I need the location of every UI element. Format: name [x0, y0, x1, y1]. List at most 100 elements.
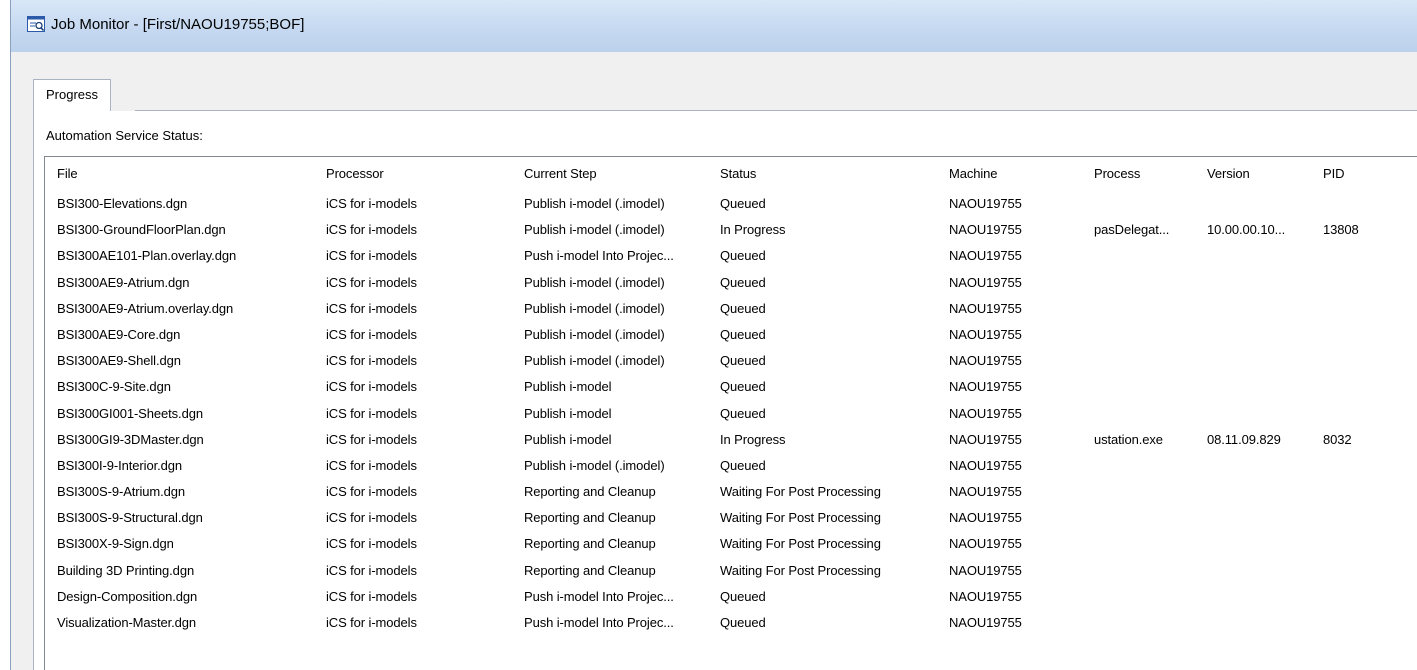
progress-panel: Automation Service Status: File Processo… [33, 111, 1417, 670]
cell-processor: iCS for i-models [326, 431, 417, 447]
cell-status: Waiting For Post Processing [720, 484, 881, 500]
table-row[interactable]: BSI300AE9-Atrium.overlay.dgn iCS for i-mo… [45, 296, 1417, 322]
cell-status: Waiting For Post Processing [720, 562, 881, 578]
cell-processor: iCS for i-models [326, 196, 417, 211]
cell-machine: NAOU19755 [949, 484, 1022, 500]
cell-process: pasDelegat... [1094, 222, 1170, 238]
table-row[interactable]: BSI300AE9-Core.dgn iCS for i-models Publis… [45, 322, 1417, 348]
column-header-status[interactable]: Status [720, 157, 940, 191]
table-row[interactable]: Building 3D Printing.dgn iCS for i-models… [45, 558, 1417, 584]
cell-processor: iCS for i-models [326, 326, 417, 342]
cell-file: BSI300-GroundFloorPlan.dgn [57, 222, 226, 238]
column-header-processor[interactable]: Processor [326, 157, 521, 191]
cell-current-step: Publish i-model (.imodel) [524, 457, 665, 473]
cell-processor: iCS for i-models [326, 274, 417, 290]
cell-current-step: Publish i-model [524, 405, 612, 421]
cell-processor: iCS for i-models [326, 379, 417, 395]
cell-file: BSI300AE101-Plan.overlay.dgn [57, 248, 237, 264]
list-header: File Processor Current Step Status Machi… [45, 157, 1417, 191]
cell-processor: iCS for i-models [326, 248, 417, 264]
cell-processor: iCS for i-models [326, 615, 417, 630]
cell-processor: iCS for i-models [326, 510, 417, 526]
cell-machine: NAOU19755 [949, 615, 1022, 630]
cell-current-step: Publish i-model (.imodel) [524, 274, 665, 290]
cell-current-step: Publish i-model (.imodel) [524, 326, 665, 342]
window-title: Job Monitor - [First/NAOU19755;BOF] [51, 16, 305, 33]
column-header-file[interactable]: File [57, 157, 312, 191]
cell-file: BSI300AE9-Shell.dgn [57, 353, 181, 369]
cell-process: ustation.exe [1094, 431, 1163, 447]
cell-current-step: Publish i-model [524, 379, 612, 395]
column-header-version[interactable]: Version [1207, 157, 1317, 191]
cell-processor: iCS for i-models [326, 588, 417, 604]
tab-progress[interactable]: Progress [33, 79, 112, 111]
tab-strip: Progress [33, 79, 1417, 111]
cell-processor: iCS for i-models [326, 222, 417, 238]
table-row[interactable]: BSI300-Elevations.dgn iCS for i-models Pub… [45, 191, 1417, 217]
cell-file: BSI300AE9-Atrium.dgn [57, 274, 190, 290]
cell-current-step: Publish i-model [524, 431, 612, 447]
cell-current-step: Publish i-model (.imodel) [524, 300, 665, 316]
cell-machine: NAOU19755 [949, 588, 1022, 604]
job-list[interactable]: File Processor Current Step Status Machi… [44, 156, 1417, 670]
cell-current-step: Reporting and Cleanup [524, 484, 656, 500]
table-row[interactable]: Design-Composition.dgn iCS for i-models Pu… [45, 584, 1417, 610]
cell-machine: NAOU19755 [949, 431, 1022, 447]
cell-machine: NAOU19755 [949, 326, 1022, 342]
table-row[interactable]: Visualization-Master.dgn iCS for i-models… [45, 610, 1417, 636]
table-row[interactable]: BSI300AE101-Plan.overlay.dgn iCS for i-mo… [45, 243, 1417, 269]
cell-machine: NAOU19755 [949, 196, 1022, 211]
cell-machine: NAOU19755 [949, 222, 1022, 238]
cell-status: Queued [720, 274, 766, 290]
cell-machine: NAOU19755 [949, 536, 1022, 552]
cell-processor: iCS for i-models [326, 457, 417, 473]
cell-current-step: Publish i-model (.imodel) [524, 196, 665, 211]
column-header-pid[interactable]: PID [1323, 157, 1383, 191]
automation-status-label: Automation Service Status: [46, 128, 203, 143]
cell-processor: iCS for i-models [326, 300, 417, 316]
cell-status: Waiting For Post Processing [720, 510, 881, 526]
table-row[interactable]: BSI300C-9-Site.dgn iCS for i-models Publis… [45, 374, 1417, 400]
job-monitor-window: Job Monitor - [First/NAOU19755;BOF] Prog… [10, 0, 1417, 670]
cell-file: BSI300-Elevations.dgn [57, 196, 188, 211]
cell-machine: NAOU19755 [949, 353, 1022, 369]
cell-machine: NAOU19755 [949, 405, 1022, 421]
cell-current-step: Push i-model Into Projec... [524, 248, 674, 264]
table-row[interactable]: BSI300S-9-Structural.dgn iCS for i-models… [45, 505, 1417, 531]
cell-version: 10.00.00.10... [1207, 222, 1286, 238]
table-row[interactable]: BSI300GI9-3DMaster.dgn iCS for i-models Pu… [45, 427, 1417, 453]
table-row[interactable]: BSI300X-9-Sign.dgn iCS for i-models Report… [45, 531, 1417, 557]
cell-current-step: Push i-model Into Projec... [524, 588, 674, 604]
column-header-process[interactable]: Process [1094, 157, 1194, 191]
cell-processor: iCS for i-models [326, 484, 417, 500]
cell-status: Queued [720, 588, 766, 604]
column-header-current-step[interactable]: Current Step [524, 157, 714, 191]
cell-file: BSI300GI001-Sheets.dgn [57, 405, 203, 421]
column-header-machine[interactable]: Machine [949, 157, 1074, 191]
cell-status: Queued [720, 405, 766, 421]
cell-status: Queued [720, 326, 766, 342]
cell-status: In Progress [720, 431, 786, 447]
cell-processor: iCS for i-models [326, 562, 417, 578]
cell-version: 08.11.09.829 [1207, 431, 1281, 447]
cell-status: In Progress [720, 222, 786, 238]
cell-status: Queued [720, 248, 766, 264]
cell-machine: NAOU19755 [949, 457, 1022, 473]
cell-processor: iCS for i-models [326, 536, 417, 552]
table-row[interactable]: BSI300S-9-Atrium.dgn iCS for i-models Repo… [45, 479, 1417, 505]
cell-file: BSI300S-9-Atrium.dgn [57, 484, 186, 500]
cell-machine: NAOU19755 [949, 248, 1022, 264]
title-bar[interactable]: Job Monitor - [First/NAOU19755;BOF] [11, 0, 1417, 52]
cell-current-step: Publish i-model (.imodel) [524, 222, 665, 238]
cell-file: BSI300X-9-Sign.dgn [57, 536, 174, 552]
table-row[interactable]: BSI300GI001-Sheets.dgn iCS for i-models Pu… [45, 401, 1417, 427]
table-row[interactable]: BSI300I-9-Interior.dgn iCS for i-models Pu… [45, 453, 1417, 479]
cell-file: Visualization-Master.dgn [57, 615, 196, 630]
cell-processor: iCS for i-models [326, 353, 417, 369]
table-row[interactable]: BSI300AE9-Atrium.dgn iCS for i-models Publ… [45, 270, 1417, 296]
cell-machine: NAOU19755 [949, 510, 1022, 526]
list-body: BSI300-Elevations.dgn iCS for i-models Pub… [45, 191, 1417, 636]
table-row[interactable]: BSI300AE9-Shell.dgn iCS for i-models Publi… [45, 348, 1417, 374]
table-row[interactable]: BSI300-GroundFloorPlan.dgn iCS for i-mode… [45, 217, 1417, 243]
cell-status: Queued [720, 379, 766, 395]
